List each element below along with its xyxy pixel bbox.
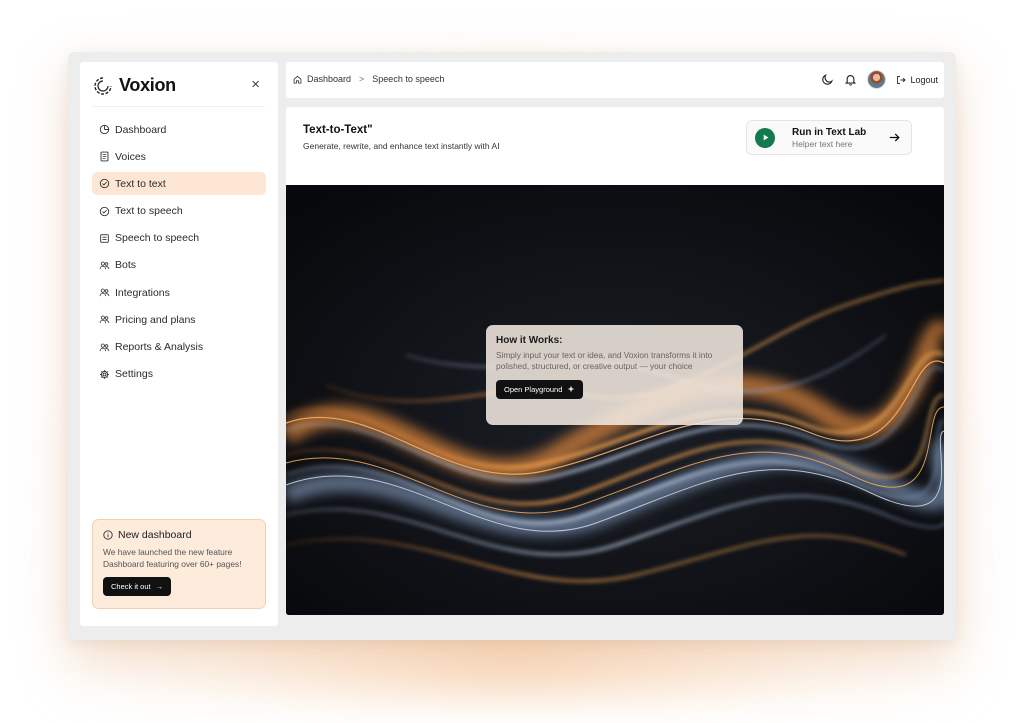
how-it-works-title: How it Works: (496, 335, 563, 346)
sidebar-item-integrations[interactable]: Integrations (92, 281, 266, 304)
sidebar-item-label: Reports & Analysis (115, 341, 204, 353)
logout-button[interactable]: Logout (896, 75, 938, 85)
promo-card: New dashboard We have launched the new f… (92, 519, 266, 609)
moon-icon[interactable] (821, 73, 834, 86)
sidebar-item-settings[interactable]: Settings (92, 363, 266, 386)
play-icon (755, 127, 775, 148)
sidebar-item-label: Dashboard (115, 123, 167, 136)
info-icon (103, 530, 113, 540)
open-playground-button[interactable]: Open Playground (496, 379, 584, 399)
sidebar-item-label: Settings (115, 368, 153, 381)
run-text: Run in Text Lab Helper text here (792, 127, 866, 149)
sidebar-nav: Dashboard Voices Text to text Text to sp… (92, 118, 266, 390)
arrow-right-icon: → (155, 582, 164, 591)
sidebar-item-reports-and-analysis[interactable]: Reports & Analysis (92, 336, 266, 359)
users-icon (99, 314, 110, 325)
open-playground-label: Open Playground (504, 384, 563, 394)
avatar[interactable] (867, 70, 887, 89)
how-it-works-text: Simply input your text or idea, and Voxi… (496, 350, 713, 372)
promo-title-text: New dashboard (118, 529, 192, 541)
sidebar-item-label: Voices (115, 150, 146, 163)
run-in-text-lab-button[interactable]: Run in Text Lab Helper text here (746, 120, 912, 155)
sidebar-item-label: Integrations (115, 286, 170, 299)
hero-image: How it Works: Simply input your text or … (286, 185, 944, 615)
users-icon (99, 260, 110, 271)
sidebar: Voxion × Dashboard Voices Text to text T… (80, 62, 278, 626)
brand-divider (93, 106, 265, 107)
sidebar-item-pricing-and-plans[interactable]: Pricing and plans (92, 308, 266, 331)
topbar: Dashboard > Speech to speech Logout (286, 62, 944, 98)
sidebar-item-label: Text to text (115, 177, 166, 190)
sparkle-icon (567, 385, 575, 393)
check-it-out-button[interactable]: Check it out → (103, 577, 172, 596)
sidebar-item-text-to-speech[interactable]: Text to speech (92, 200, 266, 223)
check-circle-icon (99, 206, 110, 217)
dashboard-icon (99, 124, 110, 135)
logout-icon (897, 75, 907, 84)
page-subtitle: Generate, rewrite, and enhance text inst… (303, 141, 500, 151)
logout-label: Logout (910, 74, 938, 85)
sidebar-item-text-to-text[interactable]: Text to text (92, 172, 266, 196)
close-sidebar-icon[interactable]: × (251, 76, 260, 94)
brand-name: Voxion (119, 75, 176, 95)
users-icon (99, 287, 110, 298)
bell-icon[interactable] (844, 73, 857, 86)
promo-title: New dashboard (103, 529, 255, 541)
brand: Voxion (93, 75, 176, 96)
arrow-right-icon (889, 133, 900, 142)
note-icon (99, 233, 110, 244)
page-title: Text-to-Text" (303, 124, 373, 136)
sidebar-item-speech-to-speech[interactable]: Speech to speech (92, 227, 266, 250)
breadcrumb-speech-to-speech[interactable]: Speech to speech (372, 74, 444, 84)
breadcrumb: Dashboard > Speech to speech (293, 74, 444, 84)
breadcrumb-dashboard[interactable]: Dashboard (307, 74, 351, 84)
sidebar-item-voices[interactable]: Voices (92, 145, 266, 168)
check-it-out-label: Check it out (111, 582, 151, 591)
sidebar-item-label: Text to speech (115, 205, 183, 218)
voxion-logo-icon (94, 76, 112, 95)
check-circle-icon (99, 178, 110, 189)
users-icon (99, 342, 110, 353)
how-it-works-card: How it Works: Simply input your text or … (486, 325, 743, 425)
sidebar-item-label: Speech to speech (115, 232, 200, 245)
document-icon (99, 151, 110, 162)
main-panel: Text-to-Text" Generate, rewrite, and enh… (286, 107, 944, 615)
breadcrumb-separator: > (359, 74, 365, 84)
top-actions: Logout (821, 70, 938, 89)
run-label: Run in Text Lab (792, 126, 867, 138)
run-helper-text: Helper text here (792, 138, 853, 149)
gear-icon (99, 369, 110, 380)
sidebar-item-dashboard[interactable]: Dashboard (92, 118, 266, 141)
sidebar-item-label: Pricing and plans (115, 313, 196, 326)
sidebar-item-bots[interactable]: Bots (92, 254, 266, 277)
sidebar-item-label: Bots (115, 259, 137, 272)
promo-text: We have launched the new feature Dashboa… (103, 547, 242, 569)
home-icon (293, 75, 302, 84)
